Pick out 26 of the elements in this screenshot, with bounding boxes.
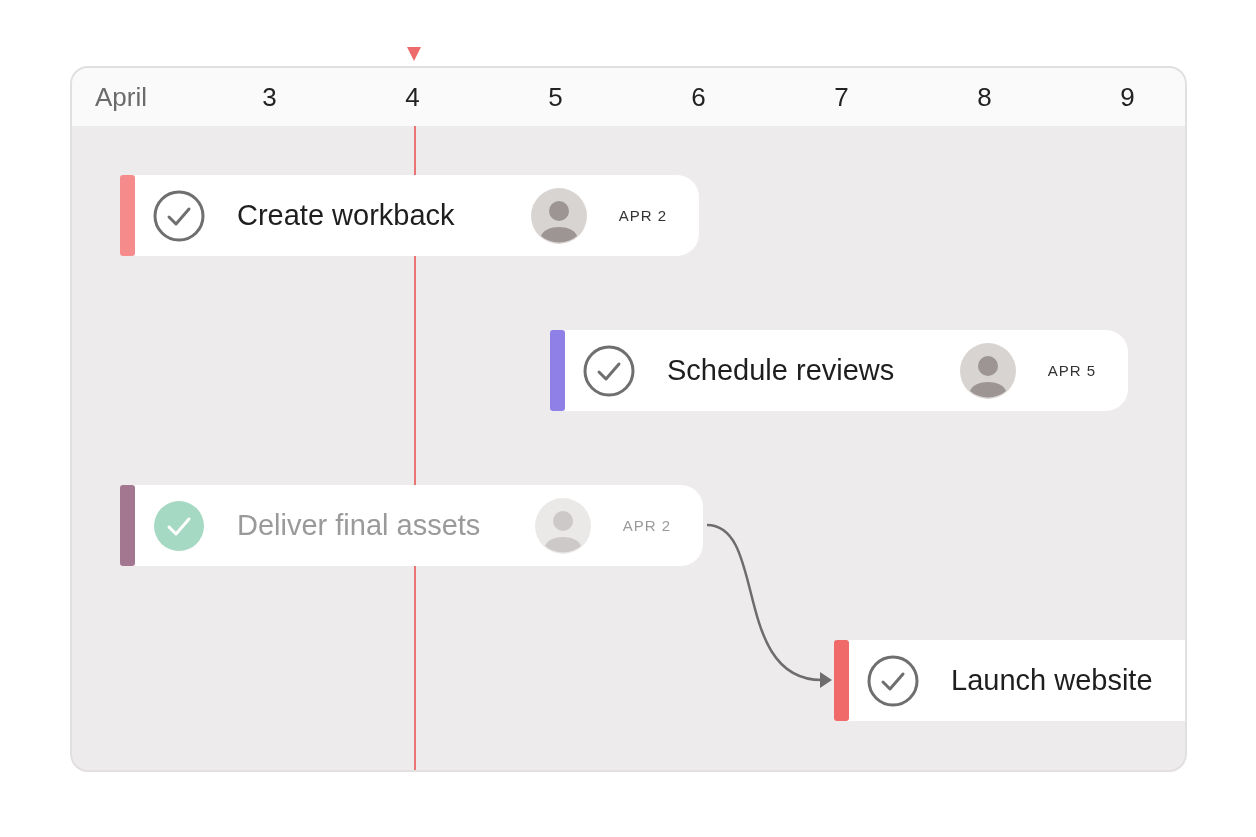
due-date: APR 2 [617, 207, 669, 224]
task-title: Schedule reviews [667, 354, 896, 387]
avatar-icon [960, 342, 1016, 399]
day-label: 5 [547, 81, 564, 113]
due-date: APR 5 [1046, 362, 1098, 379]
day-label: 3 [261, 81, 278, 113]
task-card[interactable]: Schedule reviews APR 5 [550, 330, 1128, 411]
avatar-icon [531, 187, 587, 244]
task-title: Launch website [951, 664, 1154, 697]
check-circle-icon[interactable] [153, 189, 205, 242]
due-date: APR 2 [621, 517, 673, 534]
day-label: 8 [976, 81, 993, 113]
check-circle-icon[interactable] [867, 654, 919, 707]
task-card[interactable]: Launch website [834, 640, 1185, 721]
task-title: Deliver final assets [237, 509, 482, 542]
month-label: April [94, 81, 148, 113]
day-label: 7 [833, 81, 850, 113]
task-card[interactable]: Create workback APR 2 [120, 175, 699, 256]
day-label: 6 [690, 81, 707, 113]
day-label: 9 [1119, 81, 1136, 113]
check-circle-icon[interactable] [583, 344, 635, 397]
task-title: Create workback [237, 199, 456, 232]
check-circle-icon[interactable] [153, 499, 205, 552]
avatar-icon [535, 497, 591, 554]
day-label: 4 [404, 81, 421, 113]
today-marker-icon [406, 46, 422, 62]
